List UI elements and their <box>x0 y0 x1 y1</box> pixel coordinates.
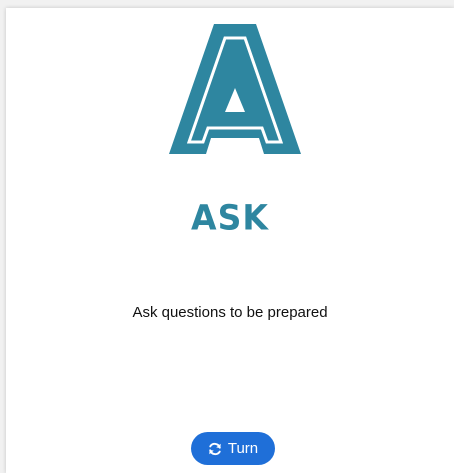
card-description: Ask questions to be prepared <box>132 304 328 321</box>
turn-button[interactable]: Turn <box>191 432 275 465</box>
turn-button-label: Turn <box>227 440 259 457</box>
refresh-icon <box>208 442 222 456</box>
page: ASK Ask questions to be prepared Turn <box>0 0 454 473</box>
letter-a-logo-icon <box>169 24 301 154</box>
card-word: ASK <box>191 197 269 238</box>
flashcard: ASK Ask questions to be prepared Turn <box>6 8 454 473</box>
